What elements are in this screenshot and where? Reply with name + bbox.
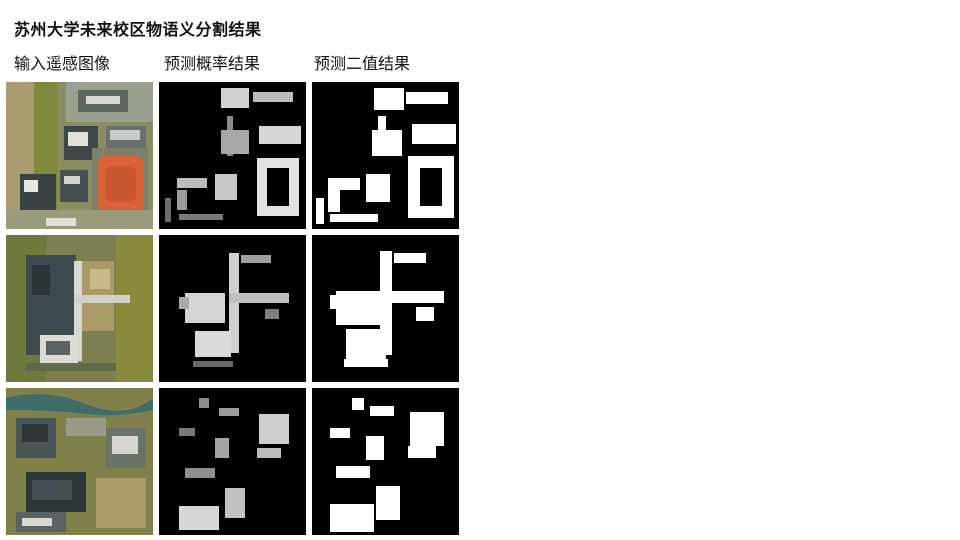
binary-map-1 [312, 82, 459, 229]
column-label-binary: 预测二值结果 [314, 54, 411, 73]
column-label-probability: 预测概率结果 [164, 54, 261, 73]
page-title: 苏州大学未来校区物语义分割结果 [14, 20, 262, 39]
input-image-3 [6, 388, 153, 535]
results-grid [6, 82, 459, 535]
column-label-input: 输入遥感图像 [14, 54, 111, 73]
probability-map-1 [159, 82, 306, 229]
binary-map-3 [312, 388, 459, 535]
probability-map-3 [159, 388, 306, 535]
probability-map-2 [159, 235, 306, 382]
input-image-1 [6, 82, 153, 229]
input-image-2 [6, 235, 153, 382]
binary-map-2 [312, 235, 459, 382]
